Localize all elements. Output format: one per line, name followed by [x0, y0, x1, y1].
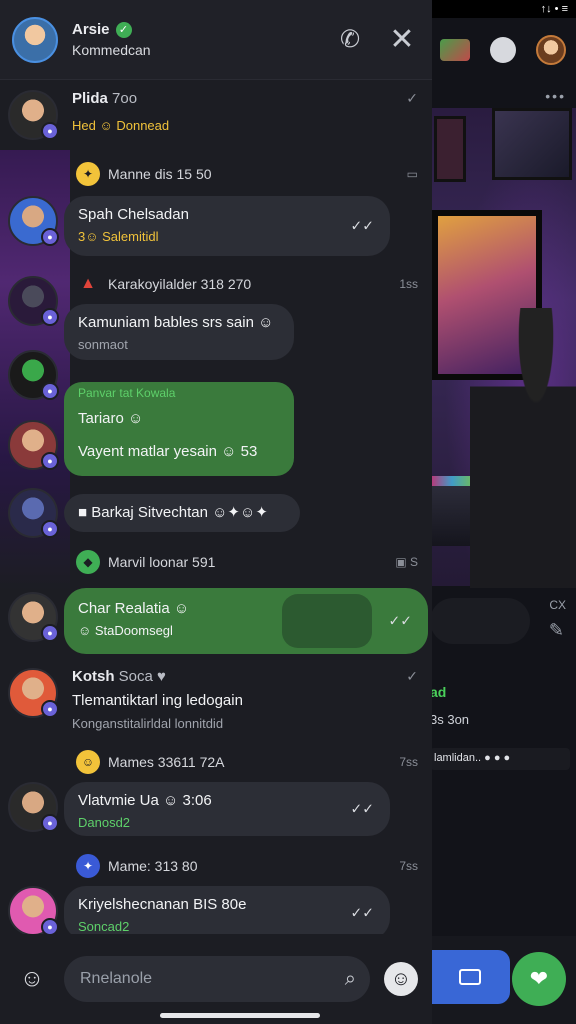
- avatar[interactable]: ●: [8, 592, 59, 642]
- verified-icon: ✓: [115, 21, 132, 38]
- system-message: ✦ Mame: 313 80 7ss: [76, 852, 418, 880]
- message-bubble[interactable]: ■ Barkaj Sitvechtan ☺✦☺✦: [64, 494, 300, 532]
- gaming-room-image: [430, 108, 576, 588]
- avatar[interactable]: ●: [8, 90, 59, 140]
- avatar[interactable]: ●: [8, 276, 59, 326]
- heart-send-icon: ❤: [529, 966, 549, 991]
- message-input-placeholder: Rnelanole: [80, 970, 153, 987]
- user-badge-icon: ●: [41, 308, 59, 326]
- search-icon[interactable]: ⌕: [345, 968, 356, 991]
- controller-icon: ☺: [19, 965, 45, 992]
- background-avatar[interactable]: [536, 35, 566, 65]
- contact-avatar[interactable]: [12, 16, 58, 63]
- status-indicators: ↑↓ • ≡: [540, 3, 568, 15]
- more-options-icon[interactable]: •••: [545, 88, 566, 104]
- contact-subtitle: Kommedcan: [72, 42, 151, 58]
- system-message: ✦ Manne dis 15 50 ▭: [76, 160, 418, 188]
- sender-name: Kotsh Soca ♥: [72, 668, 166, 685]
- double-check-icon: ✓✓: [350, 217, 374, 234]
- message-bubble[interactable]: Kriyelshecnanan BIS 80e Soncad2 ✓✓: [64, 886, 390, 940]
- game-tile-icon[interactable]: [440, 39, 470, 61]
- emoji-icon: ☺: [390, 967, 412, 990]
- background-input[interactable]: [430, 598, 530, 644]
- user-badge-icon: ●: [41, 228, 59, 246]
- phone-call-button[interactable]: ✆: [332, 22, 368, 58]
- wall-poster: [434, 116, 466, 182]
- message-bubble[interactable]: Spah Chelsadan 3☺ Salemitidl ✓✓: [64, 196, 390, 256]
- system-message: ◆ Marvil loonar 591 ▣ S: [76, 548, 418, 576]
- contact-name: Arsie ✓: [72, 21, 316, 38]
- message-bubble[interactable]: Vlatvmie Ua ☺ 3:06 Danosd2 ✓✓: [64, 782, 390, 836]
- chat-panel: Arsie ✓ Kommedcan ✆ ✕ ● Plida 7oo Hed ☺ …: [0, 0, 432, 1024]
- smile-icon: ☺: [76, 750, 100, 774]
- status-bar: ↑↓ • ≡: [430, 0, 576, 18]
- message-row: ● Kriyelshecnanan BIS 80e Soncad2 ✓✓: [0, 886, 432, 940]
- chat-header: Arsie ✓ Kommedcan ✆ ✕: [0, 0, 432, 80]
- avatar[interactable]: ●: [8, 668, 59, 718]
- bubble-overlay: [282, 594, 372, 648]
- phone-icon: ✆: [339, 26, 361, 53]
- avatar[interactable]: ●: [8, 196, 59, 246]
- message-row: ● Spah Chelsadan 3☺ Salemitidl ✓✓: [0, 196, 432, 256]
- attachment-icon: ▭: [406, 167, 418, 181]
- send-heart-button[interactable]: ❤: [512, 952, 566, 1006]
- emoji-button[interactable]: ☺: [384, 962, 418, 996]
- screen-share-button[interactable]: [430, 950, 510, 1004]
- system-message: ☺ Mames 33611 72A 7ss: [76, 748, 418, 776]
- close-icon: ✕: [389, 23, 415, 56]
- avatar[interactable]: ●: [8, 350, 59, 400]
- user-badge-icon: ●: [41, 520, 59, 538]
- message-bubble[interactable]: Char Realatia ☺ ☺ StaDoomsegl ✓✓: [64, 588, 428, 654]
- user-badge-icon: ●: [41, 122, 59, 140]
- background-cx-label: CX: [549, 598, 566, 612]
- user-badge-icon: ●: [41, 814, 59, 832]
- background-strip: lamlidan.. ● ● ●: [430, 748, 570, 770]
- close-button[interactable]: ✕: [384, 22, 420, 58]
- user-badge-icon: ●: [41, 624, 59, 642]
- avatar[interactable]: ●: [8, 420, 59, 470]
- double-check-icon: ✓✓: [350, 904, 374, 921]
- background-app: ↑↓ • ≡ ••• CX ✎ ad 3s 3on lamlidan.. ● ●…: [430, 0, 576, 1024]
- message-preview: Tlemantiktarl ing ledogain: [72, 692, 243, 709]
- message-preview-secondary: Konganstitalirldal lonnitdid: [72, 716, 224, 731]
- user-badge-icon: ●: [41, 452, 59, 470]
- system-message: ▲ Karakoyilalder 318 270 1ss: [76, 270, 418, 298]
- star-icon: ✦: [76, 854, 100, 878]
- double-check-icon: ✓✓: [350, 800, 374, 817]
- gamer-silhouette: [470, 308, 576, 588]
- message-preview: Hed ☺ Donnead: [72, 118, 170, 133]
- message-row: ● ● Panvar tat Kowala Tariaro ☺ Vayent m…: [0, 350, 432, 476]
- composer-bar: ☺ Rnelanole ⌕ ☺: [0, 934, 432, 1024]
- message-row: ● Char Realatia ☺ ☺ StaDoomsegl ✓✓: [0, 588, 432, 654]
- user-badge-icon: ●: [41, 382, 59, 400]
- message-row: ● ■ Barkaj Sitvechtan ☺✦☺✦: [0, 488, 432, 538]
- background-time: 3s 3on: [430, 712, 470, 727]
- avatar[interactable]: ●: [8, 488, 59, 538]
- message-bubble[interactable]: Panvar tat Kowala Tariaro ☺ Vayent matla…: [64, 382, 294, 476]
- sparkle-icon: ✦: [76, 162, 100, 186]
- screen-icon: [459, 969, 481, 985]
- double-check-icon: ✓✓: [388, 612, 412, 629]
- home-indicator: [160, 1013, 320, 1018]
- ghost-icon[interactable]: [490, 37, 516, 63]
- discord-button[interactable]: ☺: [14, 961, 50, 997]
- background-ad-label: ad: [430, 684, 447, 700]
- message-row: ● Vlatvmie Ua ☺ 3:06 Danosd2 ✓✓: [0, 782, 432, 836]
- background-topbar: [430, 20, 576, 80]
- sender-name: Plida 7oo: [72, 90, 138, 107]
- list-item[interactable]: ● Kotsh Soca ♥ Tlemantiktarl ing ledogai…: [0, 668, 432, 738]
- edit-icon[interactable]: ✎: [549, 620, 564, 641]
- diamond-icon: ◆: [76, 550, 100, 574]
- warning-icon: ▲: [80, 275, 96, 292]
- message-input[interactable]: Rnelanole ⌕: [64, 956, 370, 1002]
- wall-poster: [492, 108, 572, 180]
- list-item[interactable]: ● Plida 7oo Hed ☺ Donnead ✓: [0, 90, 432, 150]
- read-check-icon: ✓: [406, 90, 418, 106]
- avatar[interactable]: ●: [8, 782, 59, 832]
- avatar[interactable]: ●: [8, 886, 59, 936]
- read-check-icon: ✓: [406, 668, 418, 684]
- user-badge-icon: ●: [41, 700, 59, 718]
